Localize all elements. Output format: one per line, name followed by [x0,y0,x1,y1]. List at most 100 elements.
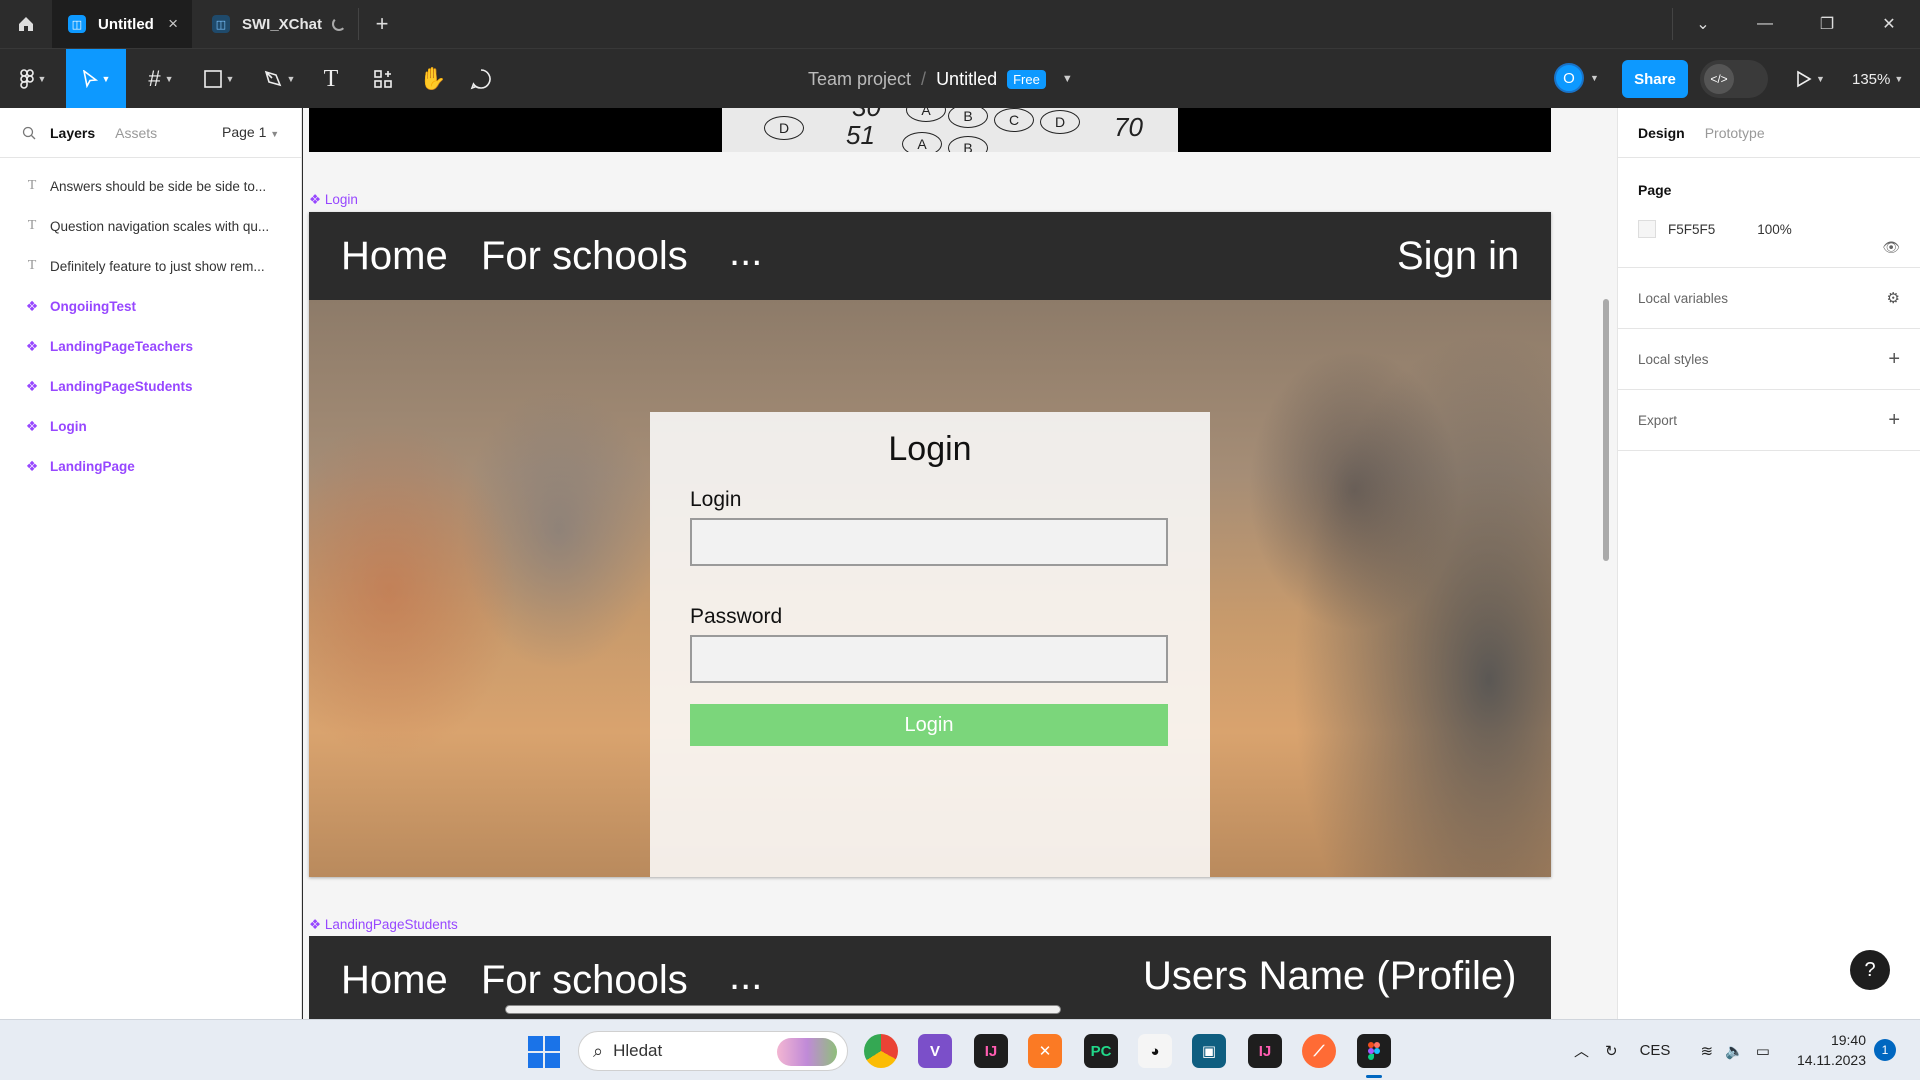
chevron-down-icon: ▼ [1894,74,1904,84]
tab-list-button[interactable]: ⌄ [1672,0,1734,48]
close-window-button[interactable]: ✕ [1858,0,1920,48]
local-styles-label: Local styles [1638,351,1709,367]
fill-opacity[interactable]: 100% [1757,222,1792,237]
nav-more[interactable]: ... [729,954,762,999]
vertical-scrollbar[interactable] [1603,299,1609,561]
local-styles-section[interactable]: Local styles + [1618,329,1920,390]
nav-for-schools[interactable]: For schools [481,958,688,1003]
intellij-icon[interactable]: IJ [974,1034,1008,1068]
language-indicator[interactable]: CES [1640,1042,1671,1059]
tab-close-button[interactable]: × [168,14,178,34]
home-button[interactable] [0,0,52,48]
nav-more[interactable]: ... [729,230,762,275]
postman-icon[interactable]: ⟋ [1302,1034,1336,1068]
comment-tool[interactable] [464,49,498,109]
sliders-icon[interactable]: ⚙ [1887,289,1900,307]
figma-taskbar-icon[interactable] [1357,1034,1391,1068]
tab-prototype[interactable]: Prototype [1705,125,1765,141]
layer-name: Login [50,418,87,434]
xampp-icon[interactable]: ✕ [1028,1034,1062,1068]
layer-item[interactable]: ❖ Login [0,406,301,446]
minimize-button[interactable]: — [1734,0,1796,48]
rectangle-icon [203,70,222,88]
new-tab-button[interactable]: + [368,0,396,48]
layer-item[interactable]: T Answers should be side be side to... [0,166,301,206]
file-name[interactable]: Untitled [936,69,997,90]
nav-sign-in[interactable]: Sign in [1397,234,1519,279]
zoom-menu[interactable]: 135% ▼ [1852,49,1903,109]
layer-item[interactable]: ❖ LandingPage [0,446,301,486]
taskbar-search[interactable]: ⌕ Hledat [578,1031,848,1071]
chevron-down-icon[interactable]: ▼ [1590,73,1599,83]
login-frame[interactable]: Home For schools ... Sign in Login Login… [309,212,1551,877]
move-tool[interactable]: ▼ [66,49,126,109]
nav-home[interactable]: Home [341,234,448,279]
restore-button[interactable]: ❐ [1796,0,1858,48]
resources-tool[interactable] [366,49,400,109]
nav-for-schools[interactable]: For schools [481,234,688,279]
page-selector[interactable]: Page 1 ▼ [222,124,279,140]
notification-badge[interactable]: 1 [1874,1039,1896,1061]
frame-label-login[interactable]: ❖ Login [309,192,358,208]
visual-studio-icon[interactable]: V [918,1034,952,1068]
tab-design[interactable]: Design [1638,125,1685,141]
volume-icon[interactable]: 🔈 [1725,1042,1744,1060]
plus-icon[interactable]: + [1888,348,1900,371]
help-button[interactable]: ? [1850,950,1890,990]
nav-home[interactable]: Home [341,958,448,1003]
remote-desktop-icon[interactable]: ▣ [1192,1034,1226,1068]
color-swatch[interactable] [1638,220,1656,238]
avatar[interactable]: O [1554,63,1584,93]
password-input[interactable] [690,635,1168,683]
tab-untitled[interactable]: ◫ Untitled × [52,0,192,48]
pen-tool[interactable]: ▼ [256,49,302,109]
horizontal-scrollbar[interactable] [505,1005,1061,1014]
tab-swi-xchat[interactable]: ◫ SWI_XChat [196,0,358,48]
page-fill-row[interactable]: F5F5F5 100% [1638,220,1920,238]
login-button[interactable]: Login [690,704,1168,746]
pycharm-icon[interactable]: PC [1084,1034,1118,1068]
tab-assets[interactable]: Assets [115,125,157,141]
text-tool[interactable]: T [314,49,348,109]
shape-tool[interactable]: ▼ [196,49,242,109]
penguin-app-icon[interactable]: ◕ [1138,1034,1172,1068]
export-section[interactable]: Export + [1618,390,1920,451]
layer-item[interactable]: ❖ LandingPageStudents [0,366,301,406]
hand-tool[interactable]: ✋ [416,49,450,109]
chevron-down-icon[interactable]: ▼ [1062,73,1073,85]
chrome-icon[interactable] [864,1034,898,1068]
answer-bubble: A [902,132,942,152]
share-button[interactable]: Share [1622,60,1688,98]
dev-mode-toggle[interactable]: </> [1700,60,1768,98]
figma-file-icon: ◫ [212,15,230,33]
team-name-link[interactable]: Team project [808,69,911,90]
design-canvas[interactable]: 30 51 70 A B C D D A B ❖ Login Home For … [303,108,1617,1019]
login-input[interactable] [690,518,1168,566]
frame-label-landing-students[interactable]: ❖ LandingPageStudents [309,917,458,933]
layer-item[interactable]: T Definitely feature to just show rem... [0,246,301,286]
clock[interactable]: 19:40 14.11.2023 [1796,1030,1866,1070]
sync-icon[interactable]: ↻ [1605,1042,1618,1060]
fill-hex[interactable]: F5F5F5 [1668,222,1715,237]
eye-icon[interactable]: 👁 [1882,239,1900,256]
answer-bubble: D [764,116,804,140]
chevron-up-icon[interactable]: ︿ [1574,1040,1589,1061]
ongoing-test-frame[interactable]: 30 51 70 A B C D D A B [309,108,1551,152]
layer-item[interactable]: ❖ OngoiingTest [0,286,301,326]
tab-layers[interactable]: Layers [50,125,95,141]
windows-start-icon[interactable] [528,1036,560,1068]
nav-profile[interactable]: Users Name (Profile) [1143,954,1516,999]
frame-tool[interactable]: # ▼ [138,49,184,109]
present-button[interactable]: ▼ [1796,49,1825,109]
local-variables-section[interactable]: Local variables ⚙ [1618,268,1920,329]
cursor-icon [82,70,98,88]
plus-icon[interactable]: + [1888,409,1900,432]
battery-icon[interactable]: ▭ [1756,1042,1770,1060]
wifi-icon[interactable]: ≋ [1700,1042,1713,1060]
main-menu-button[interactable]: ▼ [10,49,56,109]
layer-item[interactable]: T Question navigation scales with qu... [0,206,301,246]
intellij-icon[interactable]: IJ [1248,1034,1282,1068]
search-icon[interactable] [22,126,36,140]
chevron-down-icon: ▼ [286,74,296,84]
layer-item[interactable]: ❖ LandingPageTeachers [0,326,301,366]
